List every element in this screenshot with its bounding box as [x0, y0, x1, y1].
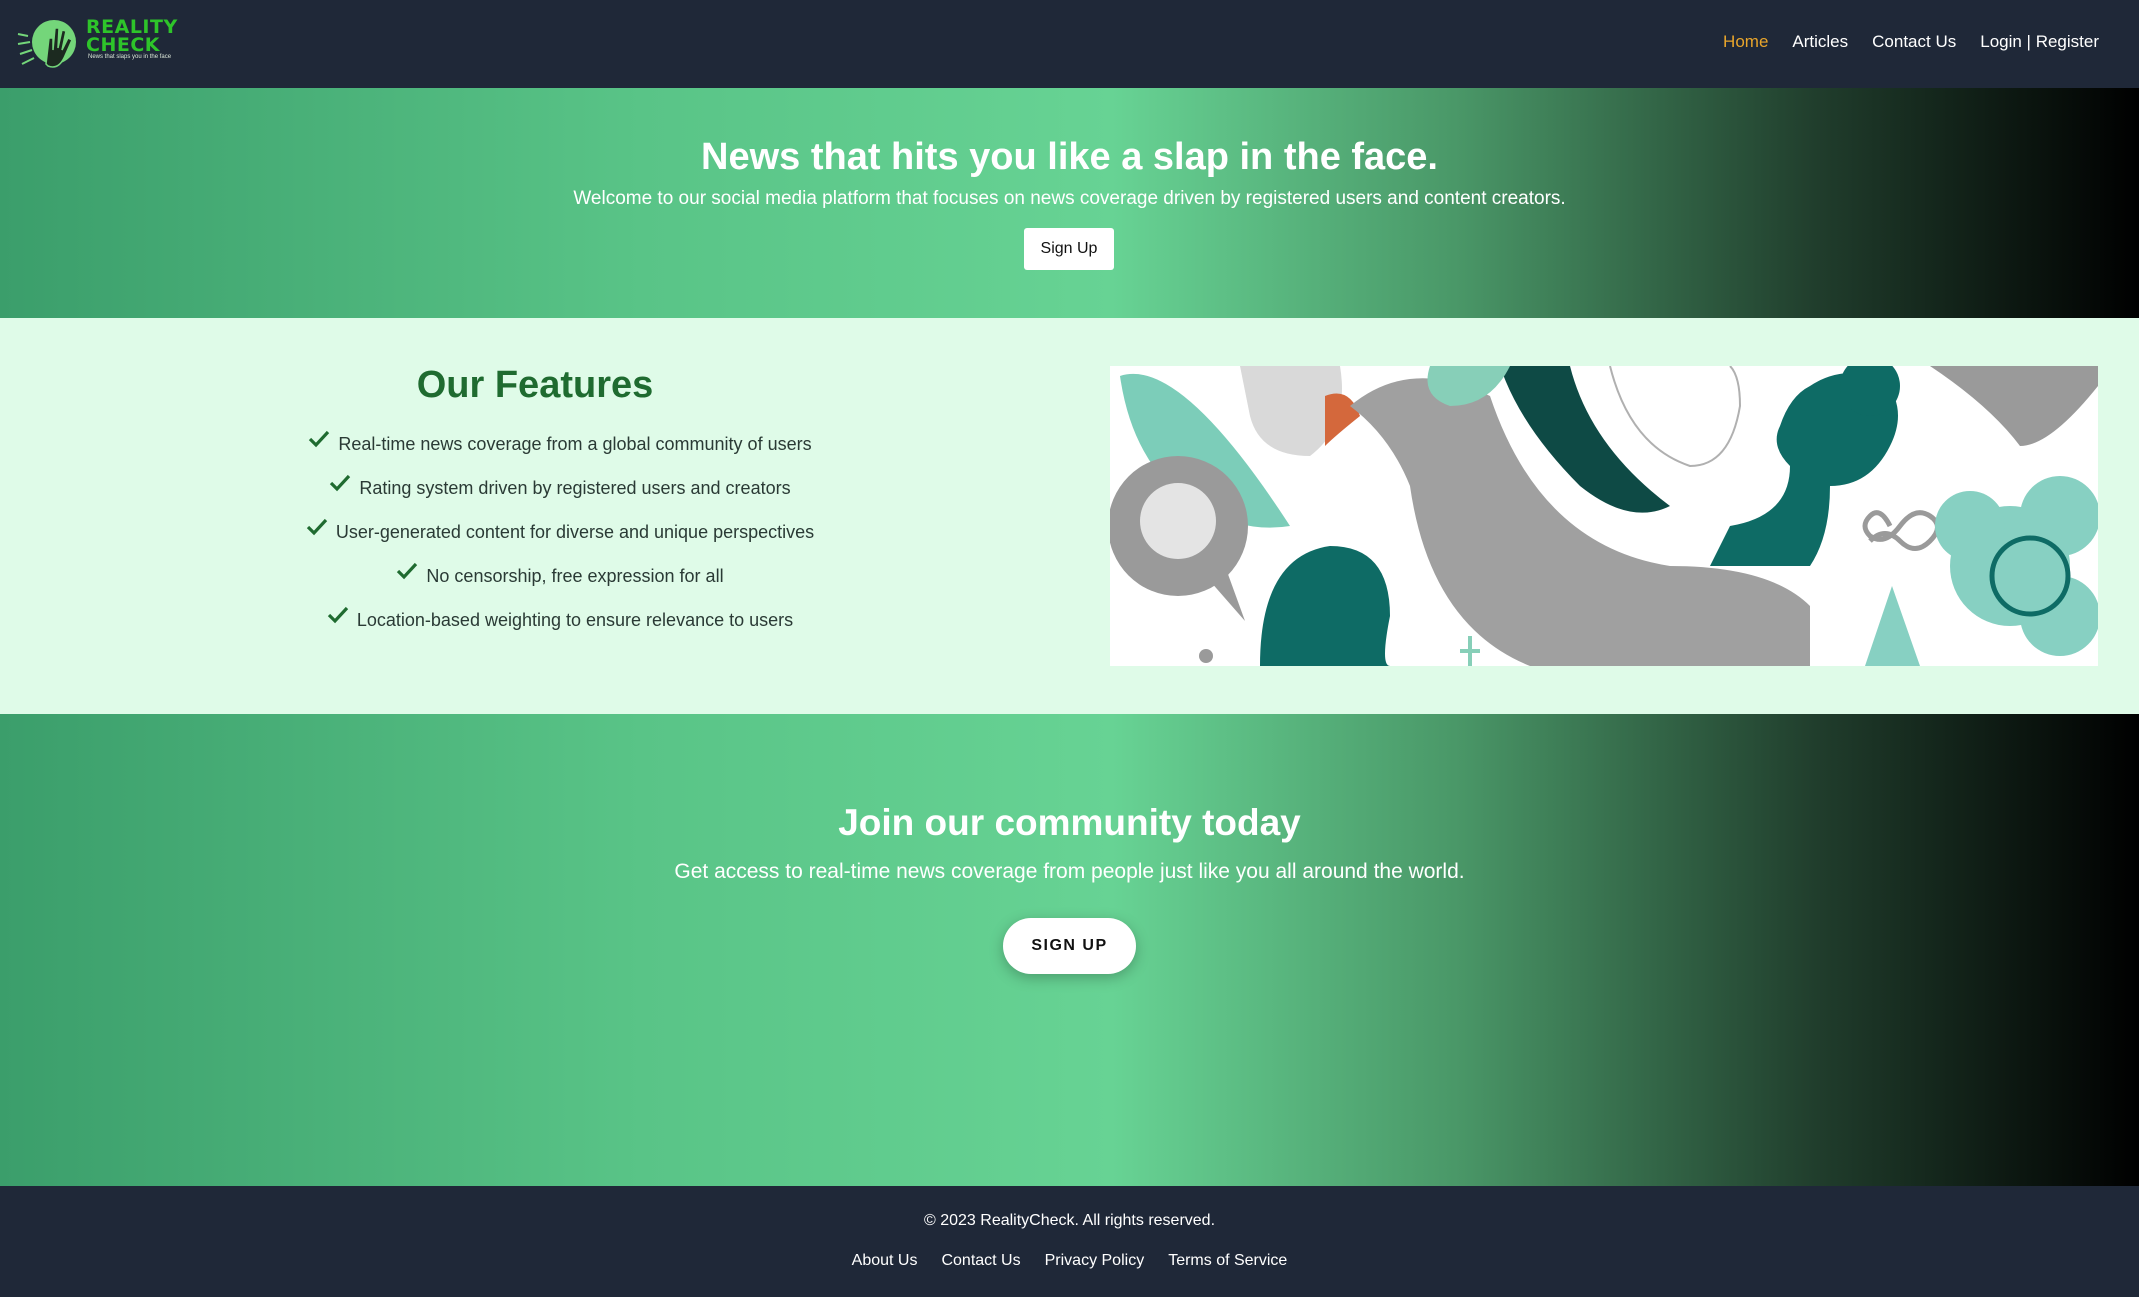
nav-articles[interactable]: Articles [1792, 32, 1848, 52]
brand-tagline: News that slaps you in the face [88, 54, 172, 60]
nav-login-register[interactable]: Login | Register [1980, 32, 2099, 52]
feature-text: Rating system driven by registered users… [359, 477, 791, 498]
feature-text: Real-time news coverage from a global co… [338, 433, 812, 454]
footer-link-privacy-policy[interactable]: Privacy Policy [1045, 1252, 1145, 1270]
community-subtitle: Get access to real-time news coverage fr… [674, 860, 1465, 883]
brand-logo[interactable]: REALITY CHECK News that slaps you in the… [16, 14, 196, 74]
checkmark-icon [397, 562, 418, 580]
features-illustration [1110, 366, 2098, 666]
hero-title: News that hits you like a slap in the fa… [701, 136, 1438, 178]
footer-copyright: © 2023 RealityCheck. All rights reserved… [923, 1212, 1216, 1229]
footer-nav: About Us Contact Us Privacy Policy Terms… [0, 1252, 2139, 1270]
community-signup-button[interactable]: SIGN UP [1003, 918, 1136, 974]
checkmark-icon [306, 518, 328, 536]
footer: © 2023 RealityCheck. All rights reserved… [0, 1186, 2139, 1297]
nav-contact-us[interactable]: Contact Us [1872, 32, 1956, 52]
feature-item: Rating system driven by registered users… [0, 466, 1120, 510]
main-nav: Home Articles Contact Us Login | Registe… [1723, 32, 2099, 52]
feature-text: No censorship, free expression for all [426, 565, 724, 586]
community-section: Join our community today Get access to r… [0, 714, 2139, 1186]
features-list: Real-time news coverage from a global co… [0, 422, 1120, 642]
feature-text: Location-based weighting to ensure relev… [356, 609, 794, 630]
hero-signup-button[interactable]: Sign Up [1024, 228, 1114, 270]
checkmark-icon [330, 474, 351, 492]
hero-section: News that hits you like a slap in the fa… [0, 88, 2139, 318]
feature-text: User-generated content for diverse and u… [335, 521, 815, 542]
checkmark-icon [327, 606, 349, 624]
features-title: Our Features [416, 364, 654, 406]
hero-subtitle: Welcome to our social media platform tha… [573, 188, 1566, 209]
community-title: Join our community today [838, 802, 1301, 843]
feature-item: Location-based weighting to ensure relev… [0, 598, 1120, 642]
checkmark-icon [309, 430, 330, 448]
feature-item: Real-time news coverage from a global co… [0, 422, 1120, 466]
feature-item: No censorship, free expression for all [0, 554, 1120, 598]
footer-link-contact-us[interactable]: Contact Us [941, 1252, 1020, 1270]
navbar: REALITY CHECK News that slaps you in the… [0, 0, 2139, 88]
nav-home[interactable]: Home [1723, 32, 1768, 52]
community-illustration-image [1110, 366, 2098, 666]
footer-link-about-us[interactable]: About Us [852, 1252, 918, 1270]
brand-name-line2: CHECK [86, 34, 160, 56]
features-section: Our Features Real-time news coverage fro… [0, 318, 2139, 714]
feature-item: User-generated content for diverse and u… [0, 510, 1120, 554]
footer-link-terms-of-service[interactable]: Terms of Service [1168, 1252, 1287, 1270]
slap-hand-icon [17, 20, 76, 68]
